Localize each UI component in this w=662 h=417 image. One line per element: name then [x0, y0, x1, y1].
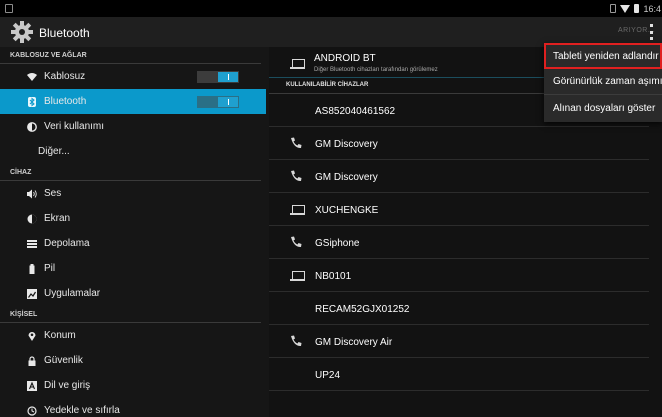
language-icon — [27, 381, 37, 391]
overflow-menu-icon[interactable] — [648, 24, 654, 40]
page-title: Bluetooth — [39, 26, 90, 40]
device-row[interactable]: UP24 — [269, 358, 649, 391]
bluetooth-icon — [28, 97, 36, 107]
sidebar-item-label: Pil — [44, 263, 56, 274]
bluetooth-status-icon — [610, 4, 617, 13]
section-header-personal: KİŞİSEL — [0, 306, 261, 323]
section-header-wireless: KABLOSUZ VE AĞLAR — [0, 47, 261, 64]
sidebar-item-display[interactable]: Ekran — [0, 206, 269, 231]
sidebar-item-location[interactable]: Konum — [0, 323, 269, 348]
device-name: GM Discovery — [315, 172, 378, 183]
device-row[interactable]: RECAM52GJX01252 — [269, 292, 649, 325]
sidebar-item-sound[interactable]: Ses — [0, 181, 269, 206]
this-device-name: ANDROID BT — [314, 53, 376, 64]
device-name: XUCHENGKE — [315, 205, 379, 216]
tablet-icon — [290, 59, 305, 69]
device-name: GSiphone — [315, 238, 360, 249]
sidebar-item-bluetooth[interactable]: Bluetooth — [0, 89, 266, 114]
available-devices-list: AS852040461562 GM Discovery GM Discovery XU… — [269, 94, 662, 391]
device-name: UP24 — [315, 370, 341, 381]
data-usage-icon — [27, 122, 37, 132]
settings-gear-icon[interactable] — [10, 20, 34, 44]
status-time: 16:4 — [643, 3, 661, 14]
device-row[interactable]: GM Discovery — [269, 160, 649, 193]
sidebar-item-label: Dil ve giriş — [44, 380, 91, 391]
device-name: GM Discovery — [315, 139, 378, 150]
wifi-toggle[interactable] — [197, 71, 239, 83]
visibility-status: Diğer Bluetooth cihazları tarafından gör… — [314, 67, 438, 73]
sidebar-item-language[interactable]: Dil ve giriş — [0, 373, 269, 398]
battery-status-icon — [634, 4, 640, 13]
sidebar-item-wifi[interactable]: Kablosuz — [0, 64, 269, 89]
location-icon — [28, 332, 36, 341]
menu-item-visibility-timeout[interactable]: Görünürlük zaman aşımı — [544, 69, 662, 95]
device-row[interactable]: GSiphone — [269, 226, 649, 259]
sidebar-item-label: Depolama — [44, 238, 90, 249]
apps-icon — [27, 289, 37, 299]
device-row[interactable]: XUCHENGKE — [269, 193, 649, 226]
sidebar-item-label: Güvenlik — [44, 355, 83, 366]
overflow-menu: Tableti yeniden adlandır Görünürlük zama… — [544, 43, 662, 122]
sidebar-item-label: Kablosuz — [44, 71, 86, 82]
sidebar-item-label: Uygulamalar — [44, 288, 101, 299]
sidebar-item-storage[interactable]: Depolama — [0, 231, 269, 256]
section-header-device: CİHAZ — [0, 164, 261, 181]
volume-icon — [27, 189, 37, 199]
lock-icon — [28, 356, 36, 366]
sidebar-item-battery[interactable]: Pil — [0, 256, 269, 281]
sidebar-item-label: Diğer... — [38, 146, 70, 157]
device-row[interactable]: GM Discovery — [269, 127, 649, 160]
phone-icon — [291, 236, 302, 248]
phone-icon — [291, 335, 302, 347]
sidebar-item-data-usage[interactable]: Veri kullanımı — [0, 114, 269, 139]
device-row[interactable]: GM Discovery Air — [269, 325, 649, 358]
phone-icon — [291, 170, 302, 182]
display-icon — [27, 214, 37, 224]
sidebar-item-label: Konum — [44, 330, 76, 341]
sidebar-item-label: Ses — [44, 188, 62, 199]
sidebar-item-label: Veri kullanımı — [44, 121, 105, 132]
phone-icon — [291, 137, 302, 149]
device-name: NB0101 — [315, 271, 352, 282]
device-name: RECAM52GJX01252 — [315, 304, 410, 315]
wifi-icon — [27, 73, 37, 81]
battery-icon — [29, 264, 35, 274]
status-bar: 16:4 — [0, 0, 662, 17]
device-name: GM Discovery Air — [315, 337, 393, 348]
device-row[interactable]: NB0101 — [269, 259, 649, 292]
menu-item-show-received-files[interactable]: Alınan dosyaları göster — [544, 95, 662, 121]
notification-icon — [5, 4, 13, 13]
sidebar-item-apps[interactable]: Uygulamalar — [0, 281, 269, 306]
menu-item-rename-tablet[interactable]: Tableti yeniden adlandır — [544, 43, 662, 69]
sidebar-item-backup[interactable]: Yedekle ve sıfırla — [0, 398, 269, 417]
backup-icon — [27, 406, 37, 416]
sidebar-item-label: Bluetooth — [44, 96, 87, 107]
sidebar-item-security[interactable]: Güvenlik — [0, 348, 269, 373]
laptop-icon — [290, 271, 305, 281]
settings-sidebar: KABLOSUZ VE AĞLAR Kablosuz Bluetooth Ver… — [0, 47, 269, 417]
wifi-status-icon — [620, 4, 631, 13]
sidebar-item-more[interactable]: Diğer... — [0, 139, 269, 164]
device-name: AS852040461562 — [315, 106, 396, 117]
laptop-icon — [290, 205, 305, 215]
storage-icon — [27, 240, 37, 248]
sidebar-item-label: Yedekle ve sıfırla — [44, 405, 120, 416]
sidebar-item-label: Ekran — [44, 213, 71, 224]
bluetooth-toggle[interactable] — [197, 96, 239, 108]
